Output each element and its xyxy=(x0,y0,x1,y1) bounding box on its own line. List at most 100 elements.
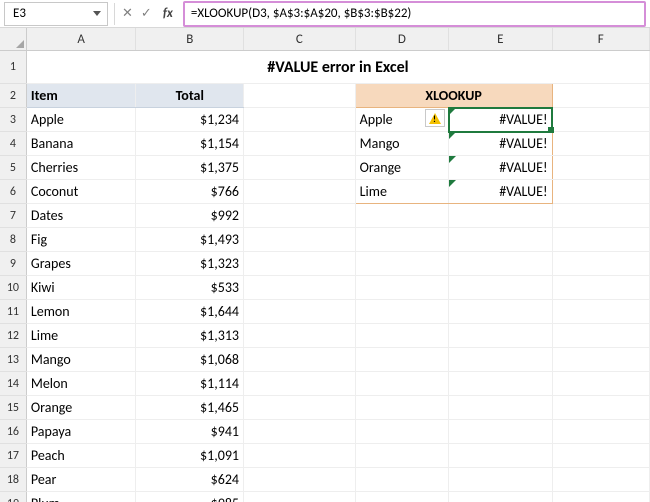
cell[interactable] xyxy=(244,84,356,108)
item-total[interactable]: $985 xyxy=(136,492,244,502)
item-name[interactable]: Apple xyxy=(26,108,136,132)
cell[interactable] xyxy=(449,276,553,300)
row-header-6[interactable]: 6 xyxy=(0,180,26,204)
lookup-name[interactable]: Mango xyxy=(355,132,448,156)
item-name[interactable]: Kiwi xyxy=(26,276,136,300)
cell[interactable] xyxy=(449,252,553,276)
cell[interactable] xyxy=(449,420,553,444)
item-name[interactable]: Melon xyxy=(26,372,136,396)
row-header-8[interactable]: 8 xyxy=(0,228,26,252)
spreadsheet-grid[interactable]: A B C D E F 1 #VALUE error in Excel 2 It… xyxy=(0,28,650,502)
cell[interactable] xyxy=(552,132,649,156)
item-total[interactable]: $1,154 xyxy=(136,132,244,156)
col-header-A[interactable]: A xyxy=(26,28,136,51)
cell[interactable] xyxy=(552,300,649,324)
cell[interactable] xyxy=(449,396,553,420)
cell[interactable] xyxy=(552,252,649,276)
row-header-18[interactable]: 18 xyxy=(0,468,26,492)
cell[interactable] xyxy=(244,156,356,180)
cell[interactable] xyxy=(552,444,649,468)
row-header-19[interactable]: 19 xyxy=(0,492,26,502)
item-total[interactable]: $1,114 xyxy=(136,372,244,396)
col-header-E[interactable]: E xyxy=(449,28,553,51)
cell[interactable] xyxy=(244,180,356,204)
cell[interactable] xyxy=(552,156,649,180)
item-name[interactable]: Banana xyxy=(26,132,136,156)
lookup-result[interactable]: #VALUE! xyxy=(449,132,553,156)
cell[interactable] xyxy=(244,252,356,276)
formula-input[interactable]: =XLOOKUP(D3, $A$3:$A$20, $B$3:$B$22) xyxy=(183,1,646,27)
cell[interactable] xyxy=(355,420,448,444)
item-total[interactable]: $941 xyxy=(136,420,244,444)
cell[interactable] xyxy=(449,372,553,396)
cell[interactable] xyxy=(552,420,649,444)
row-header-1[interactable]: 1 xyxy=(0,51,26,84)
chevron-down-icon[interactable] xyxy=(93,11,101,16)
cell[interactable] xyxy=(244,204,356,228)
item-name[interactable]: Orange xyxy=(26,396,136,420)
cell[interactable] xyxy=(449,228,553,252)
item-total[interactable]: $1,068 xyxy=(136,348,244,372)
row-header-17[interactable]: 17 xyxy=(0,444,26,468)
cell[interactable] xyxy=(244,372,356,396)
item-total[interactable]: $1,465 xyxy=(136,396,244,420)
row-header-13[interactable]: 13 xyxy=(0,348,26,372)
item-name[interactable]: Coconut xyxy=(26,180,136,204)
cell[interactable] xyxy=(244,300,356,324)
item-total[interactable]: $766 xyxy=(136,180,244,204)
item-total[interactable]: $1,493 xyxy=(136,228,244,252)
cell[interactable] xyxy=(355,228,448,252)
lookup-result[interactable]: #VALUE! xyxy=(449,108,553,132)
cell[interactable] xyxy=(552,348,649,372)
row-header-2[interactable]: 2 xyxy=(0,84,26,108)
cell[interactable] xyxy=(355,468,448,492)
row-header-7[interactable]: 7 xyxy=(0,204,26,228)
row-header-10[interactable]: 10 xyxy=(0,276,26,300)
cell[interactable] xyxy=(449,468,553,492)
item-name[interactable]: Dates xyxy=(26,204,136,228)
fx-icon[interactable]: fx xyxy=(159,6,177,21)
row-header-11[interactable]: 11 xyxy=(0,300,26,324)
cell[interactable] xyxy=(355,492,448,502)
cell[interactable] xyxy=(355,348,448,372)
cell[interactable] xyxy=(355,324,448,348)
cell[interactable] xyxy=(355,204,448,228)
cell[interactable] xyxy=(355,444,448,468)
item-name[interactable]: Lemon xyxy=(26,300,136,324)
cell[interactable] xyxy=(449,492,553,502)
col-header-B[interactable]: B xyxy=(136,28,244,51)
cell[interactable] xyxy=(552,84,649,108)
cell[interactable] xyxy=(449,204,553,228)
cell[interactable] xyxy=(355,252,448,276)
item-name[interactable]: Lime xyxy=(26,324,136,348)
col-header-F[interactable]: F xyxy=(552,28,649,51)
item-total[interactable]: $1,323 xyxy=(136,252,244,276)
header-xlookup[interactable]: XLOOKUP xyxy=(355,84,552,108)
cell[interactable] xyxy=(552,276,649,300)
cell[interactable] xyxy=(552,204,649,228)
row-header-3[interactable]: 3 xyxy=(0,108,26,132)
lookup-result[interactable]: #VALUE! xyxy=(449,180,553,204)
cell[interactable] xyxy=(552,180,649,204)
cell[interactable] xyxy=(244,348,356,372)
header-item[interactable]: Item xyxy=(26,84,136,108)
cell[interactable] xyxy=(449,444,553,468)
lookup-name[interactable]: Orange xyxy=(355,156,448,180)
row-header-16[interactable]: 16 xyxy=(0,420,26,444)
lookup-name[interactable]: Lime xyxy=(355,180,448,204)
item-name[interactable]: Peach xyxy=(26,444,136,468)
item-total[interactable]: $1,375 xyxy=(136,156,244,180)
cell[interactable] xyxy=(552,228,649,252)
cell[interactable] xyxy=(355,372,448,396)
cell[interactable] xyxy=(552,396,649,420)
row-header-9[interactable]: 9 xyxy=(0,252,26,276)
cell[interactable] xyxy=(355,396,448,420)
item-name[interactable]: Cherries xyxy=(26,156,136,180)
cell[interactable] xyxy=(449,324,553,348)
cell[interactable] xyxy=(552,468,649,492)
item-name[interactable]: Fig xyxy=(26,228,136,252)
cell[interactable] xyxy=(449,300,553,324)
item-total[interactable]: $1,644 xyxy=(136,300,244,324)
cell[interactable] xyxy=(244,132,356,156)
cell[interactable] xyxy=(244,276,356,300)
